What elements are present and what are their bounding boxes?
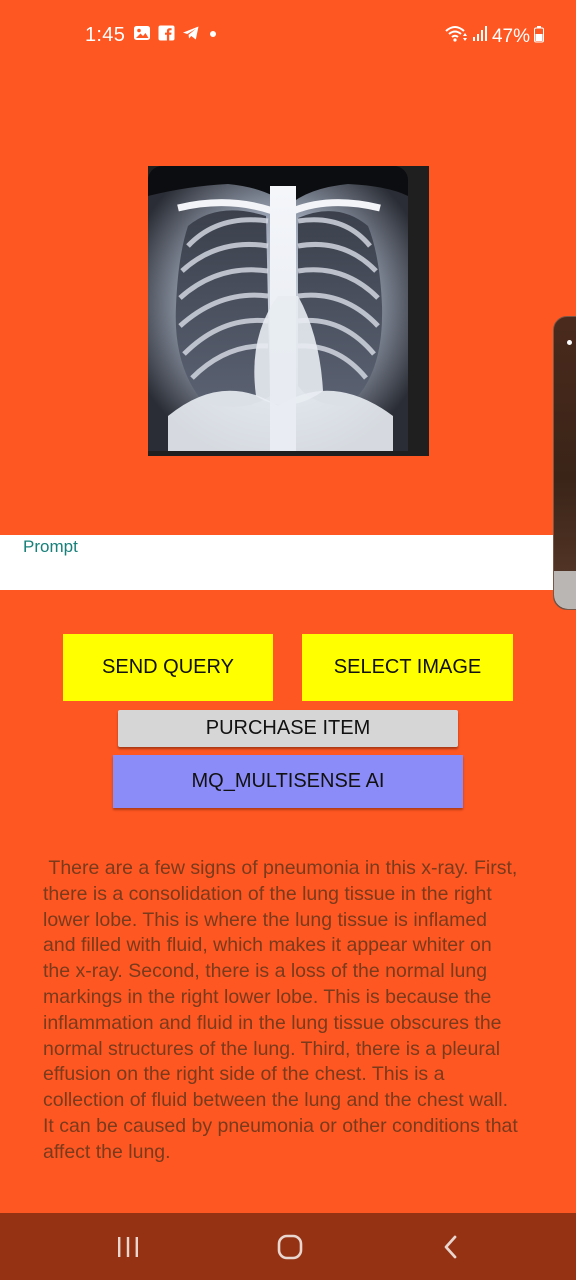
status-time: 1:45 <box>85 24 126 46</box>
send-query-button[interactable]: SEND QUERY <box>63 634 273 701</box>
chest-xray-image <box>148 166 429 456</box>
prompt-label: Prompt <box>23 537 78 556</box>
edge-handle-bottom <box>554 571 576 609</box>
app-screen: 1:45 47% Prompt SEND QUERY SELECT IMAGE … <box>0 0 576 1280</box>
wifi-icon <box>444 24 468 49</box>
purchase-item-button[interactable]: PURCHASE ITEM <box>118 710 458 747</box>
response-text: There are a few signs of pneumonia in th… <box>43 857 524 1163</box>
dot-icon <box>207 25 219 46</box>
prompt-input[interactable] <box>0 535 553 590</box>
edge-panel-handle[interactable] <box>553 316 576 610</box>
navigation-bar <box>0 1213 576 1280</box>
gallery-icon <box>133 25 151 46</box>
back-icon[interactable] <box>431 1231 471 1263</box>
telegram-icon <box>182 25 200 46</box>
recents-icon[interactable] <box>108 1231 148 1263</box>
battery-percent: 47% <box>491 25 530 47</box>
system-status: 47% <box>444 24 544 49</box>
notification-icons <box>133 25 219 46</box>
multisense-ai-button[interactable]: MQ_MULTISENSE AI <box>113 755 463 808</box>
facebook-icon <box>158 25 175 46</box>
edge-dot-icon <box>567 340 572 345</box>
battery-icon <box>534 24 544 49</box>
signal-icon <box>472 24 488 49</box>
home-icon[interactable] <box>270 1231 310 1263</box>
status-bar: 1:45 47% <box>0 0 576 70</box>
select-image-button[interactable]: SELECT IMAGE <box>302 634 513 701</box>
